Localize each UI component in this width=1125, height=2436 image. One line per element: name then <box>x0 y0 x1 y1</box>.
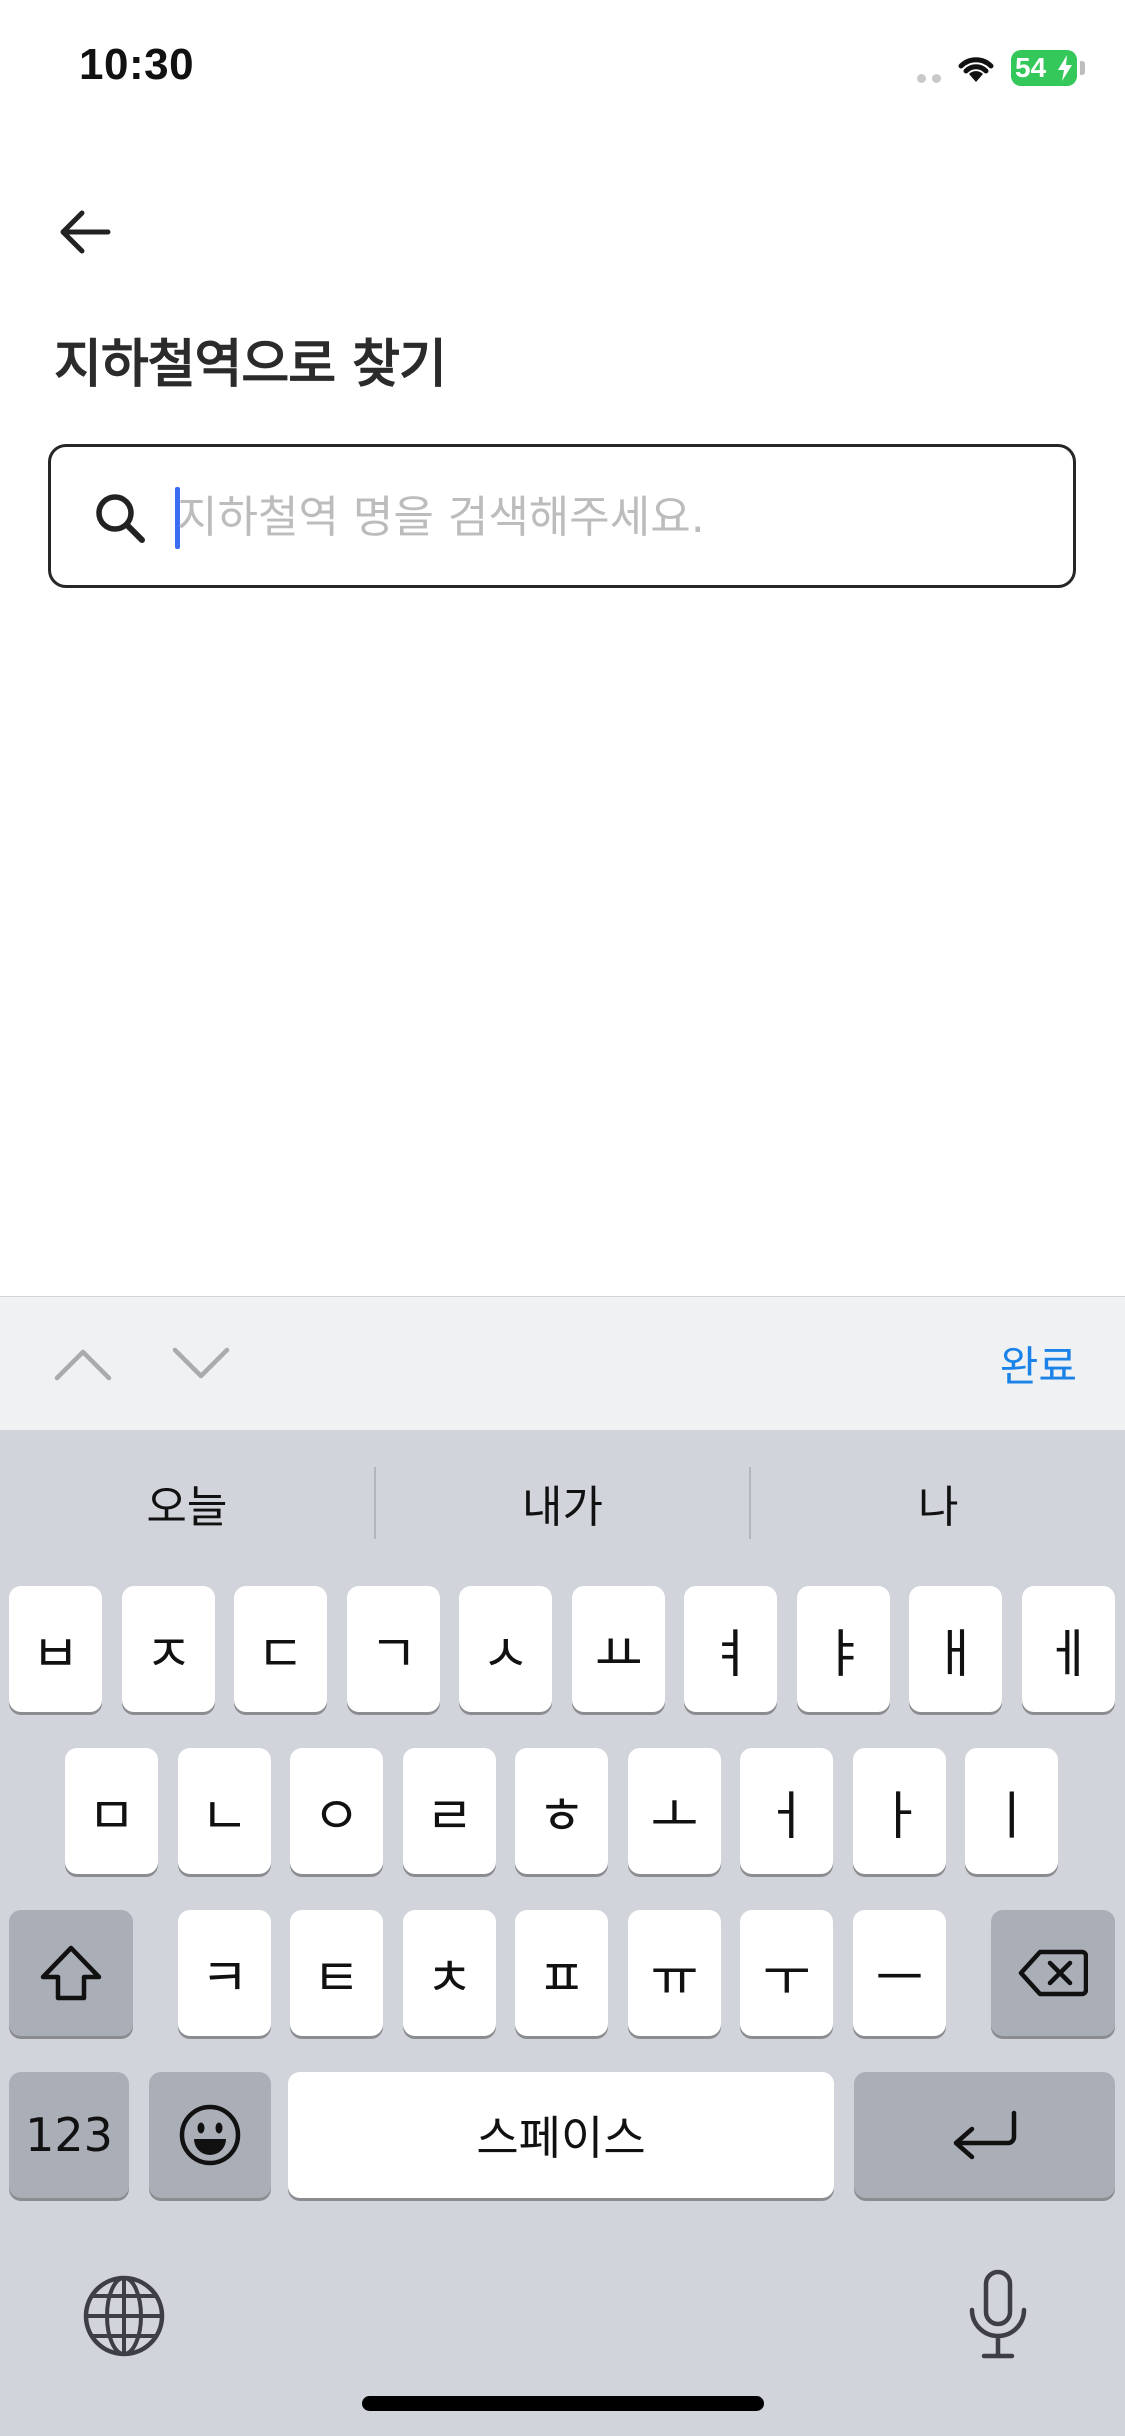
chevron-up-icon <box>54 1349 112 1381</box>
home-indicator[interactable] <box>362 2396 764 2411</box>
return-icon <box>953 2110 1016 2160</box>
key[interactable]: ㅈ <box>122 1586 215 1712</box>
key[interactable]: ㄷ <box>234 1586 327 1712</box>
wifi-icon <box>958 57 994 82</box>
numbers-key-label: 123 <box>25 2108 113 2162</box>
page-title: 지하철역으로 찾기 <box>54 335 447 395</box>
key[interactable]: ㅜ <box>740 1910 833 2036</box>
search-input[interactable] <box>177 477 1037 557</box>
key[interactable]: ㅔ <box>1022 1586 1115 1712</box>
back-button[interactable] <box>50 200 120 264</box>
suggestion-bar: 오늘 내가 나 <box>0 1430 1125 1576</box>
previous-field-button[interactable] <box>50 1337 116 1391</box>
search-box[interactable] <box>48 444 1076 588</box>
emoji-icon <box>179 2104 241 2166</box>
done-button[interactable]: 완료 <box>1000 1333 1077 1394</box>
back-arrow-icon <box>60 210 111 254</box>
microphone-icon[interactable] <box>966 2268 1030 2360</box>
emoji-key[interactable] <box>149 2072 271 2198</box>
battery-level: 54 <box>1015 52 1047 83</box>
space-key-label: 스페이스 <box>476 2111 646 2165</box>
key[interactable]: ㅌ <box>290 1910 383 2036</box>
delete-icon <box>1018 1949 1088 1997</box>
globe-icon[interactable] <box>82 2274 166 2358</box>
chevron-down-icon <box>172 1347 230 1379</box>
key[interactable]: ㅑ <box>797 1586 890 1712</box>
key[interactable]: ㅅ <box>459 1586 552 1712</box>
key[interactable]: ㅂ <box>9 1586 102 1712</box>
key[interactable]: ㅓ <box>740 1748 833 1874</box>
key[interactable]: ㅣ <box>965 1748 1058 1874</box>
key[interactable]: ㅏ <box>853 1748 946 1874</box>
return-key[interactable] <box>854 2072 1115 2198</box>
shift-icon <box>40 1945 102 2001</box>
key[interactable]: ㄱ <box>347 1586 440 1712</box>
cellular-signal-icon <box>917 53 941 83</box>
search-icon <box>96 494 145 543</box>
key[interactable]: ㅎ <box>515 1748 608 1874</box>
key[interactable]: ㅇ <box>290 1748 383 1874</box>
key[interactable]: ㅗ <box>628 1748 721 1874</box>
next-field-button[interactable] <box>168 1337 234 1391</box>
key[interactable]: ㅁ <box>65 1748 158 1874</box>
status-time: 10:30 <box>79 40 195 89</box>
key[interactable]: ㅍ <box>515 1910 608 2036</box>
status-indicators: 54 <box>917 48 1085 88</box>
key[interactable]: ㅛ <box>572 1586 665 1712</box>
key[interactable]: ㅊ <box>403 1910 496 2036</box>
key[interactable]: ㅐ <box>909 1586 1002 1712</box>
suggestion-item[interactable]: 내가 <box>376 1471 750 1535</box>
suggestion-item[interactable]: 오늘 <box>0 1471 374 1535</box>
key[interactable]: ㄹ <box>403 1748 496 1874</box>
suggestion-item[interactable]: 나 <box>751 1471 1125 1535</box>
shift-key[interactable] <box>9 1910 133 2036</box>
keyboard-accessory-bar: 완료 <box>0 1296 1125 1430</box>
delete-key[interactable] <box>991 1910 1115 2036</box>
key[interactable]: ㅋ <box>178 1910 271 2036</box>
key[interactable]: ㄴ <box>178 1748 271 1874</box>
key[interactable]: ㅕ <box>684 1586 777 1712</box>
key[interactable]: ㅠ <box>628 1910 721 2036</box>
key[interactable]: ㅡ <box>853 1910 946 2036</box>
charging-bolt-icon <box>1058 55 1072 81</box>
numbers-key[interactable]: 123 <box>9 2072 129 2198</box>
battery-icon: 54 <box>1011 50 1085 86</box>
space-key[interactable]: 스페이스 <box>288 2072 834 2198</box>
